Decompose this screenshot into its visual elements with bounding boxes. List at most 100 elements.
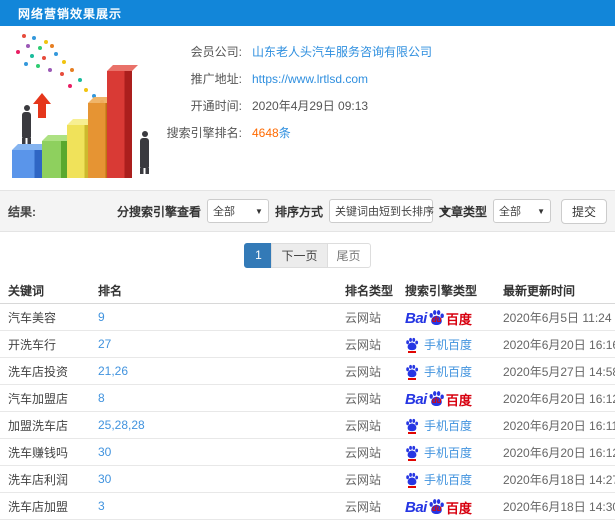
header-update-time: 最新更新时间 [503,284,576,298]
update-time-cell: 2020年6月20日 16:16 [503,337,615,352]
submit-button[interactable]: 提交 [560,198,607,224]
baidu-logo-icon: Bai du 百度 [405,390,472,407]
rank-type-cell: 云网站 [345,445,382,460]
open-time-value: 2020年4月29日 09:13 [252,99,369,113]
engine-filter-label: 分搜索引擎查看 [116,204,201,219]
table-row: 汽车美容 9 云网站 Bai du 百度 2020年6月5日 11:24 [0,304,615,331]
update-time-cell: 2020年5月27日 14:58 [503,364,615,379]
chevron-down-icon: ▼ [537,206,545,216]
rank-cell: 3 [98,499,105,513]
engine-cell: 手机百度 [405,444,503,461]
table-row: 洗车店利润 30 云网站 手机百度 2020年6月18日 14:27 [0,466,615,493]
mobile-baidu-logo-icon: 手机百度 [405,444,472,461]
rank-cell: 9 [98,310,105,324]
table-header-row: 关键词 排名 排名类型 搜索引擎类型 最新更新时间 [0,278,615,304]
info-row-company: 会员公司: 山东老人头汽车服务咨询有限公司 [150,38,610,65]
type-filter-value: 全部 [498,206,521,218]
keyword-cell: 洗车赚钱吗 [8,445,69,460]
engine-cell: Bai du 百度 [405,309,503,326]
company-label: 会员公司: [190,45,242,59]
rank-cell: 27 [98,337,112,351]
update-time-cell: 2020年6月5日 11:24 [503,310,612,325]
rank-type-cell: 云网站 [345,364,382,379]
engine-rank-label: 搜索引擎排名: [166,126,242,140]
filter-bar: 结果: 分搜索引擎查看 全部 ▼ 排序方式 关键词由短到长排序 ▼ 文章类型 全… [0,190,615,232]
rank-cell: 30 [98,445,112,459]
info-section: 会员公司: 山东老人头汽车服务咨询有限公司 推广地址: https://www.… [0,26,615,190]
baidu-paw-icon [406,337,419,351]
engine-cell: 手机百度 [405,363,503,380]
keyword-cell: 洗车店投资 [8,364,69,379]
mobile-baidu-logo-icon: 手机百度 [405,471,472,488]
update-time-cell: 2020年6月18日 14:27 [503,472,615,487]
table-row: 洗车赚钱吗 30 云网站 手机百度 2020年6月20日 16:12 [0,439,615,466]
promo-url-link[interactable]: https://www.lrtlsd.com [252,72,368,86]
keyword-cell: 汽车加盟店 [8,391,69,406]
page-button-尾页[interactable]: 尾页 [326,242,371,268]
pagination-section: 1 下一页 尾页 [0,232,615,278]
page-button-1[interactable]: 1 [244,242,273,268]
update-time-cell: 2020年6月18日 14:30 [503,499,615,514]
rank-count-unit: 条 [278,126,291,140]
promo-url-label: 推广地址: [190,72,242,86]
baidu-paw-icon [406,445,419,459]
mobile-baidu-logo-icon: 手机百度 [405,417,472,434]
update-time-cell: 2020年6月20日 16:12 [503,445,615,460]
header-rank: 排名 [98,284,123,298]
rank-type-cell: 云网站 [345,418,382,433]
engine-cell: 手机百度 [405,336,503,353]
page-title: 网络营销效果展示 [18,6,123,21]
keyword-cell: 加盟洗车店 [8,418,69,433]
open-time-label: 开通时间: [190,99,242,113]
keyword-cell: 洗车店利润 [8,472,69,487]
rank-cell: 8 [98,391,105,405]
mobile-baidu-logo-icon: 手机百度 [405,336,472,353]
sort-filter-value: 关键词由短到长排序 [334,206,434,218]
info-row-rank-count: 搜索引擎排名: 4648条 [150,119,610,146]
rank-cell: 21,26 [98,364,129,378]
rank-count-number: 4648 [252,126,279,140]
baidu-paw-icon [406,418,419,432]
engine-filter-value: 全部 [212,206,235,218]
company-name-link[interactable]: 山东老人头汽车服务咨询有限公司 [252,43,432,60]
businessman-figure-right [140,131,149,174]
info-row-url: 推广地址: https://www.lrtlsd.com [150,65,610,92]
chevron-down-icon: ▼ [255,206,263,216]
table-row: 洗车店加盟 3 云网站 Bai du 百度 2020年6月18日 14:30 [0,493,615,520]
sort-filter-select[interactable]: 关键词由短到长排序 ▼ [328,199,449,223]
rank-type-cell: 云网站 [345,499,382,514]
bar-chart-illustration [0,26,170,190]
company-info-panel: 会员公司: 山东老人头汽车服务咨询有限公司 推广地址: https://www.… [150,38,610,146]
result-label: 结果: [8,204,36,219]
type-filter-label: 文章类型 [438,204,487,219]
pagination: 1 下一页 尾页 [244,242,371,268]
header-engine-type: 搜索引擎类型 [405,284,478,298]
businessman-figure-left [22,105,31,144]
table-row: 汽车加盟店 8 云网站 Bai du 百度 2020年6月20日 16:12 [0,385,615,412]
engine-cell: 手机百度 [405,417,503,434]
ranking-table: 关键词 排名 排名类型 搜索引擎类型 最新更新时间 汽车美容 9 云网站 Bai… [0,278,615,520]
table-row: 洗车店投资 21,26 云网站 手机百度 2020年5月27日 14:58 [0,358,615,385]
rank-type-cell: 云网站 [345,472,382,487]
table-row: 加盟洗车店 25,28,28 云网站 手机百度 2020年6月20日 16:11 [0,412,615,439]
chart-bar-green [42,141,69,178]
keyword-cell: 洗车店加盟 [8,499,69,514]
rank-cell: 25,28,28 [98,418,145,432]
table-body: 汽车美容 9 云网站 Bai du 百度 2020年6月5日 11:24 开洗车行… [0,304,615,520]
filter-controls: 分搜索引擎查看 全部 ▼ 排序方式 关键词由短到长排序 ▼ 文章类型 全部 ▼ … [116,198,607,224]
engine-cell: 手机百度 [405,471,503,488]
mobile-baidu-logo-icon: 手机百度 [405,363,472,380]
engine-filter-select[interactable]: 全部 ▼ [206,199,269,223]
engine-cell: Bai du 百度 [405,498,503,515]
baidu-paw-icon [406,364,419,378]
type-filter-select[interactable]: 全部 ▼ [492,199,551,223]
table-row: 开洗车行 27 云网站 手机百度 2020年6月20日 16:16 [0,331,615,358]
engine-cell: Bai du 百度 [405,390,503,407]
update-time-cell: 2020年6月20日 16:12 [503,391,615,406]
page-button-下一页[interactable]: 下一页 [271,242,328,268]
header-keyword: 关键词 [8,284,45,298]
rank-cell: 30 [98,472,112,486]
up-arrow-icon [33,93,51,118]
confetti-decoration [22,34,26,38]
header-rank-type: 排名类型 [345,284,394,298]
